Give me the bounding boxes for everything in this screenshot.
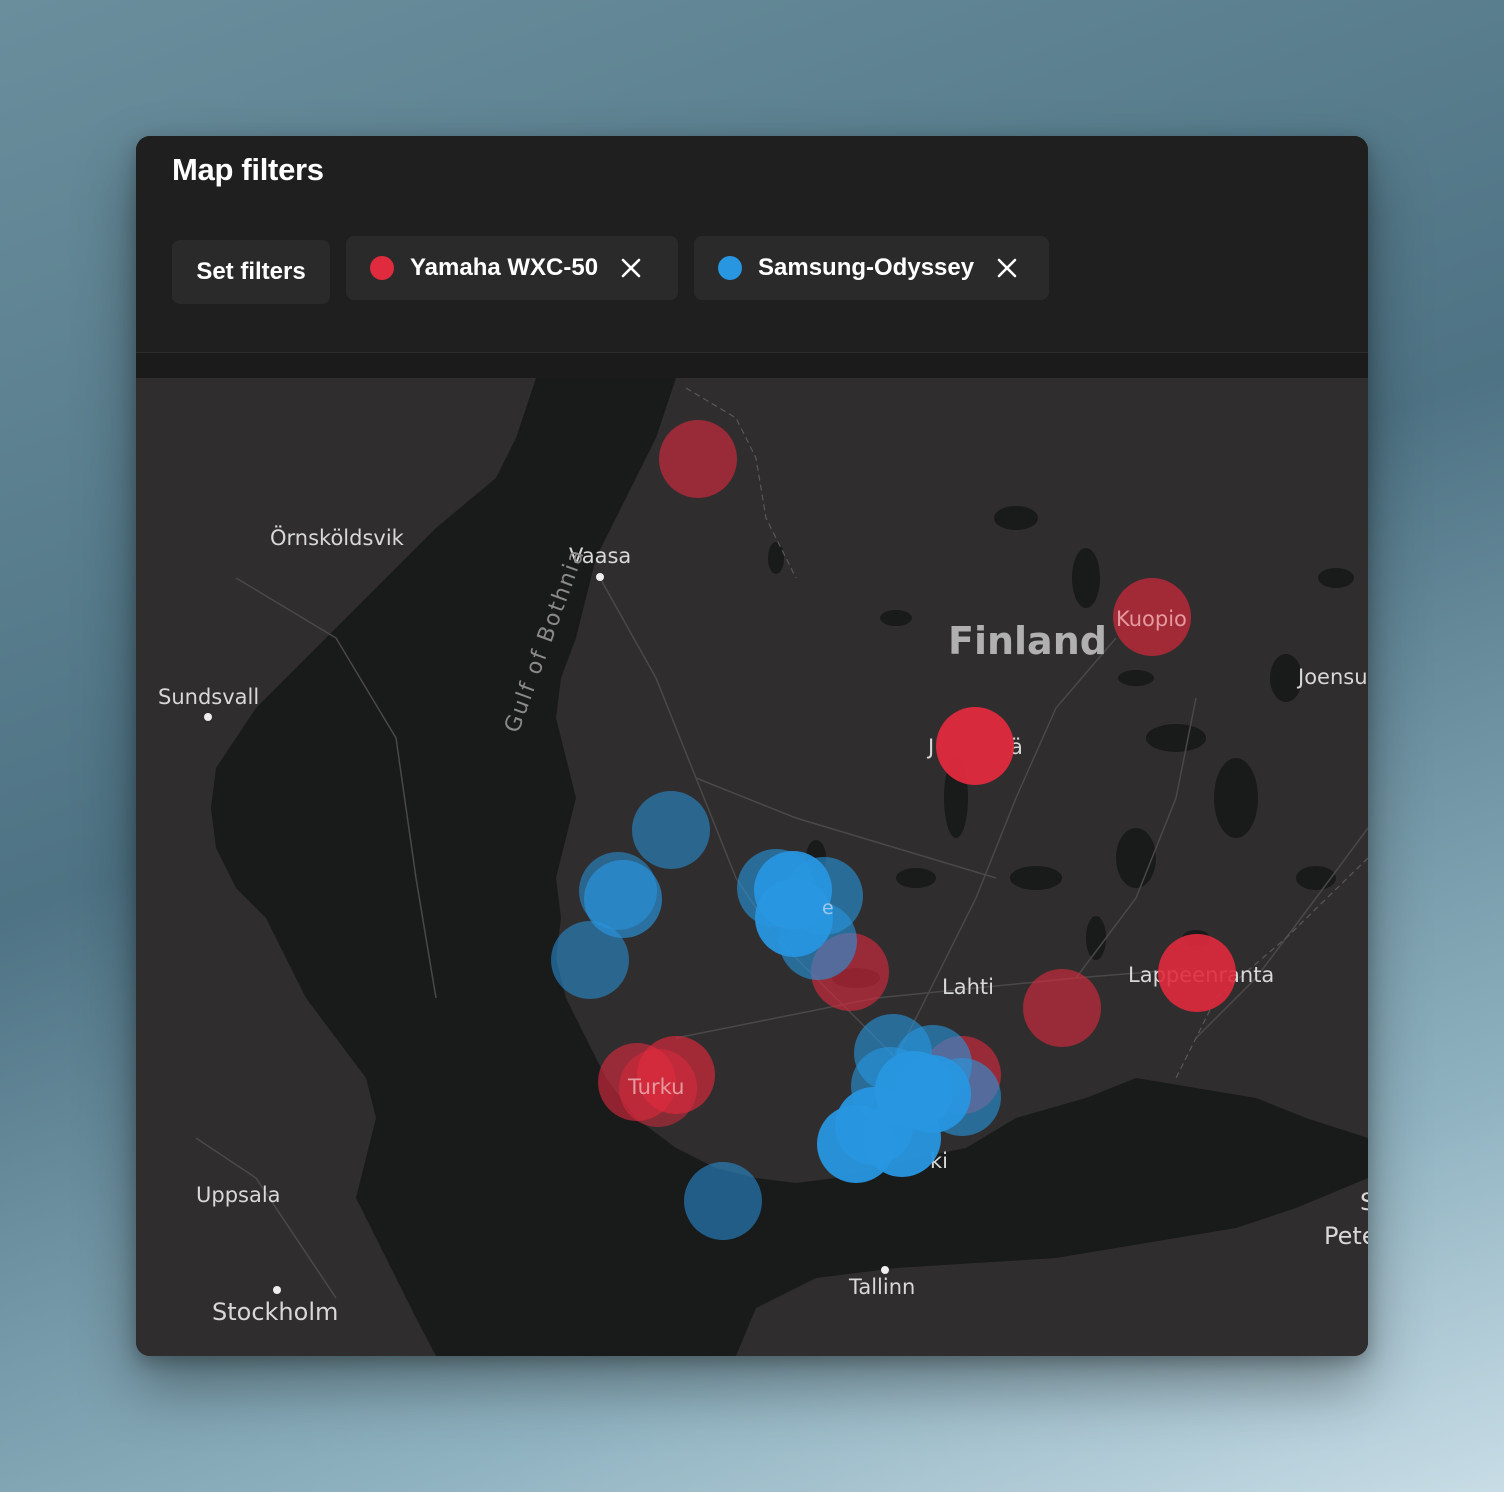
yamaha-marker[interactable] [936, 707, 1014, 785]
filter-chip-label: Yamaha WXC-50 [410, 254, 599, 281]
filter-chip-yamaha[interactable]: Yamaha WXC-50 [346, 236, 678, 300]
city-dot [596, 573, 604, 581]
city-label-sundsvall: Sundsvall [158, 685, 259, 709]
yamaha-marker[interactable] [659, 420, 737, 498]
city-label-ornskoldsvik: Örnsköldsvik [270, 525, 405, 550]
city-label-turku: Turku [627, 1075, 684, 1099]
city-label-j: J [926, 735, 934, 759]
samsung-marker[interactable] [817, 1105, 895, 1183]
map-view[interactable]: Örnsköldsvik Vaasa Sundsvall Gulf of Bot… [136, 378, 1368, 1356]
filter-chip-label: Samsung-Odyssey [758, 254, 975, 281]
city-dot [204, 713, 212, 721]
page-title: Map filters [172, 152, 324, 187]
yamaha-marker[interactable] [1023, 969, 1101, 1047]
city-label-s: S [1360, 1188, 1368, 1216]
city-label-kuopio: Kuopio [1116, 607, 1187, 631]
city-label-tallinn: Tallinn [848, 1275, 915, 1299]
country-label-finland: Finland [948, 619, 1107, 663]
samsung-color-dot [718, 256, 742, 280]
filter-chip-samsung[interactable]: Samsung-Odyssey [694, 236, 1049, 300]
map-canvas: Örnsköldsvik Vaasa Sundsvall Gulf of Bot… [136, 378, 1368, 1356]
set-filters-button[interactable]: Set filters [172, 240, 330, 304]
city-label-joensu: Joensu [1296, 665, 1368, 689]
city-label-petersburg: Pete [1324, 1222, 1368, 1250]
close-icon[interactable] [616, 253, 646, 283]
yamaha-color-dot [370, 256, 394, 280]
city-label-lahti: Lahti [942, 975, 994, 999]
card-header: Map filters Set filters Yamaha WXC-50 Sa… [136, 136, 1368, 353]
close-icon[interactable] [992, 253, 1022, 283]
header-divider-strip [136, 353, 1368, 378]
set-filters-label: Set filters [196, 258, 306, 285]
samsung-marker[interactable] [684, 1162, 762, 1240]
city-label-stockholm: Stockholm [212, 1298, 338, 1326]
city-label-e: e [822, 897, 834, 919]
map-filters-card: Map filters Set filters Yamaha WXC-50 Sa… [136, 136, 1368, 1356]
city-dot [273, 1286, 281, 1294]
city-label-uppsala: Uppsala [196, 1183, 281, 1207]
samsung-marker[interactable] [632, 791, 710, 869]
samsung-marker[interactable] [551, 921, 629, 999]
yamaha-marker[interactable] [1158, 934, 1236, 1012]
city-dot [881, 1266, 889, 1274]
